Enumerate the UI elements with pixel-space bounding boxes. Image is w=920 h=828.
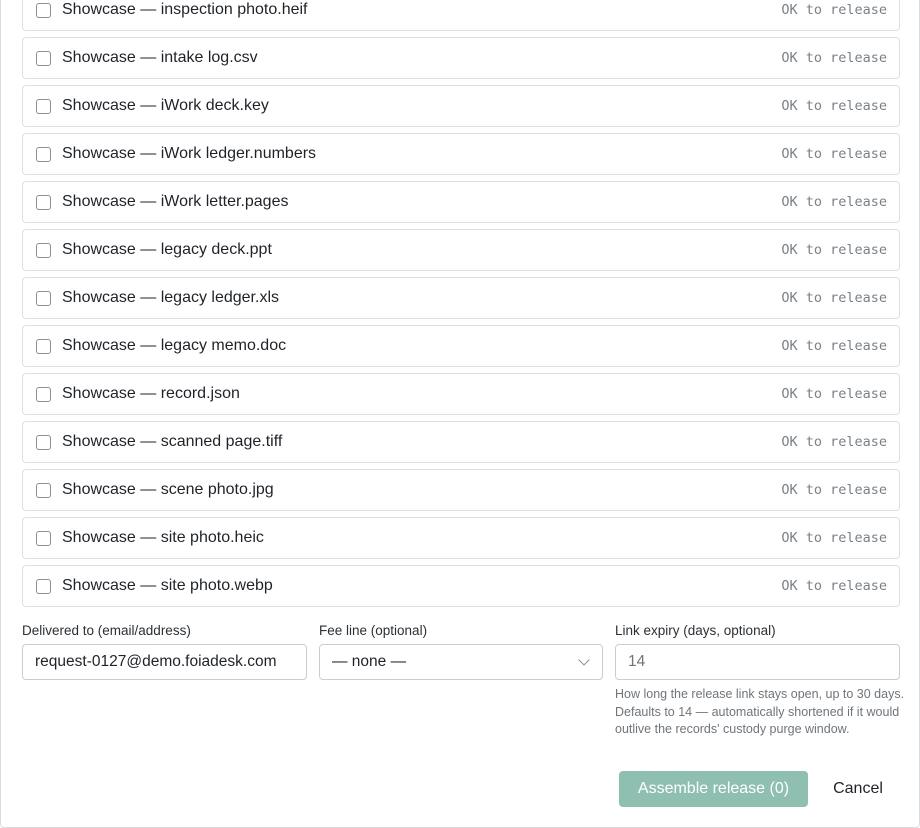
record-row[interactable]: Showcase — scanned page.tiff OK to relea… bbox=[22, 421, 900, 463]
record-title: Showcase — scene photo.jpg bbox=[62, 481, 274, 498]
record-title: Showcase — intake log.csv bbox=[62, 49, 258, 66]
release-status: OK to release bbox=[781, 50, 887, 66]
record-title: Showcase — inspection photo.heif bbox=[62, 1, 308, 18]
fee-line-select[interactable]: — none — bbox=[319, 644, 603, 680]
record-title: Showcase — legacy memo.doc bbox=[62, 337, 287, 354]
record-checkbox[interactable] bbox=[36, 338, 51, 354]
record-title: Showcase — iWork letter.pages bbox=[62, 193, 289, 210]
record-row[interactable]: Showcase — iWork letter.pages OK to rele… bbox=[22, 181, 900, 223]
record-row[interactable]: Showcase — intake log.csv OK to release bbox=[22, 37, 900, 79]
record-checkbox[interactable] bbox=[36, 98, 51, 114]
release-status: OK to release bbox=[781, 290, 887, 306]
record-checkbox[interactable] bbox=[36, 434, 51, 450]
record-title: Showcase — site photo.webp bbox=[62, 577, 273, 594]
link-expiry-help: How long the release link stays open, up… bbox=[615, 687, 905, 736]
record-row[interactable]: Showcase — iWork deck.key OK to release bbox=[22, 85, 900, 127]
release-status: OK to release bbox=[781, 146, 887, 162]
record-row[interactable]: Showcase — scene photo.jpg OK to release bbox=[22, 469, 900, 511]
record-title: Showcase — record.json bbox=[62, 385, 240, 402]
record-checkbox[interactable] bbox=[36, 578, 51, 594]
record-row[interactable]: Showcase — record.json OK to release bbox=[22, 373, 900, 415]
release-status: OK to release bbox=[781, 434, 887, 450]
record-title: Showcase — iWork ledger.numbers bbox=[62, 145, 317, 162]
link-expiry-field: Link expiry (days, optional) 14 bbox=[615, 623, 900, 680]
release-status: OK to release bbox=[781, 98, 887, 114]
record-title: Showcase — iWork deck.key bbox=[62, 97, 269, 114]
record-checkbox[interactable] bbox=[36, 242, 51, 258]
release-status: OK to release bbox=[781, 194, 887, 210]
fee-line-selected: — none — bbox=[332, 653, 407, 670]
record-list: Showcase — inspection photo.heif OK to r… bbox=[22, 0, 900, 613]
delivered-to-label: Delivered to (email/address) bbox=[22, 623, 191, 638]
record-row[interactable]: Showcase — legacy deck.ppt OK to release bbox=[22, 229, 900, 271]
record-title: Showcase — legacy ledger.xls bbox=[62, 289, 279, 306]
record-row[interactable]: Showcase — legacy memo.doc OK to release bbox=[22, 325, 900, 367]
record-checkbox[interactable] bbox=[36, 530, 51, 546]
delivered-to-input[interactable]: request-0127@demo.foiadesk.com bbox=[22, 644, 307, 680]
record-row[interactable]: Showcase — inspection photo.heif OK to r… bbox=[22, 0, 900, 31]
record-row[interactable]: Showcase — legacy ledger.xls OK to relea… bbox=[22, 277, 900, 319]
release-status: OK to release bbox=[781, 530, 887, 546]
link-expiry-input[interactable]: 14 bbox=[615, 644, 900, 680]
chevron-down-icon bbox=[578, 654, 590, 666]
record-checkbox[interactable] bbox=[36, 290, 51, 306]
record-row[interactable]: Showcase — site photo.webp OK to release bbox=[22, 565, 900, 607]
record-row[interactable]: Showcase — site photo.heic OK to release bbox=[22, 517, 900, 559]
record-checkbox[interactable] bbox=[36, 50, 51, 66]
release-status: OK to release bbox=[781, 2, 887, 18]
release-dialog: Showcase — inspection photo.heif OK to r… bbox=[0, 0, 920, 828]
cancel-button[interactable]: Cancel bbox=[819, 771, 897, 807]
record-title: Showcase — site photo.heic bbox=[62, 529, 264, 546]
record-title: Showcase — scanned page.tiff bbox=[62, 433, 283, 450]
record-checkbox[interactable] bbox=[36, 482, 51, 498]
link-expiry-label: Link expiry (days, optional) bbox=[615, 623, 776, 638]
release-status: OK to release bbox=[781, 386, 887, 402]
record-checkbox[interactable] bbox=[36, 2, 51, 18]
fee-line-label: Fee line (optional) bbox=[319, 623, 428, 638]
delivered-to-field: Delivered to (email/address) request-012… bbox=[22, 623, 307, 680]
release-status: OK to release bbox=[781, 482, 887, 498]
record-checkbox[interactable] bbox=[36, 386, 51, 402]
record-row[interactable]: Showcase — iWork ledger.numbers OK to re… bbox=[22, 133, 900, 175]
assemble-release-button[interactable]: Assemble release (0) bbox=[619, 771, 808, 807]
record-checkbox[interactable] bbox=[36, 194, 51, 210]
release-status: OK to release bbox=[781, 242, 887, 258]
release-status: OK to release bbox=[781, 578, 887, 594]
fee-line-field: Fee line (optional) — none — bbox=[319, 623, 603, 680]
record-title: Showcase — legacy deck.ppt bbox=[62, 241, 272, 258]
release-status: OK to release bbox=[781, 338, 887, 354]
record-checkbox[interactable] bbox=[36, 146, 51, 162]
